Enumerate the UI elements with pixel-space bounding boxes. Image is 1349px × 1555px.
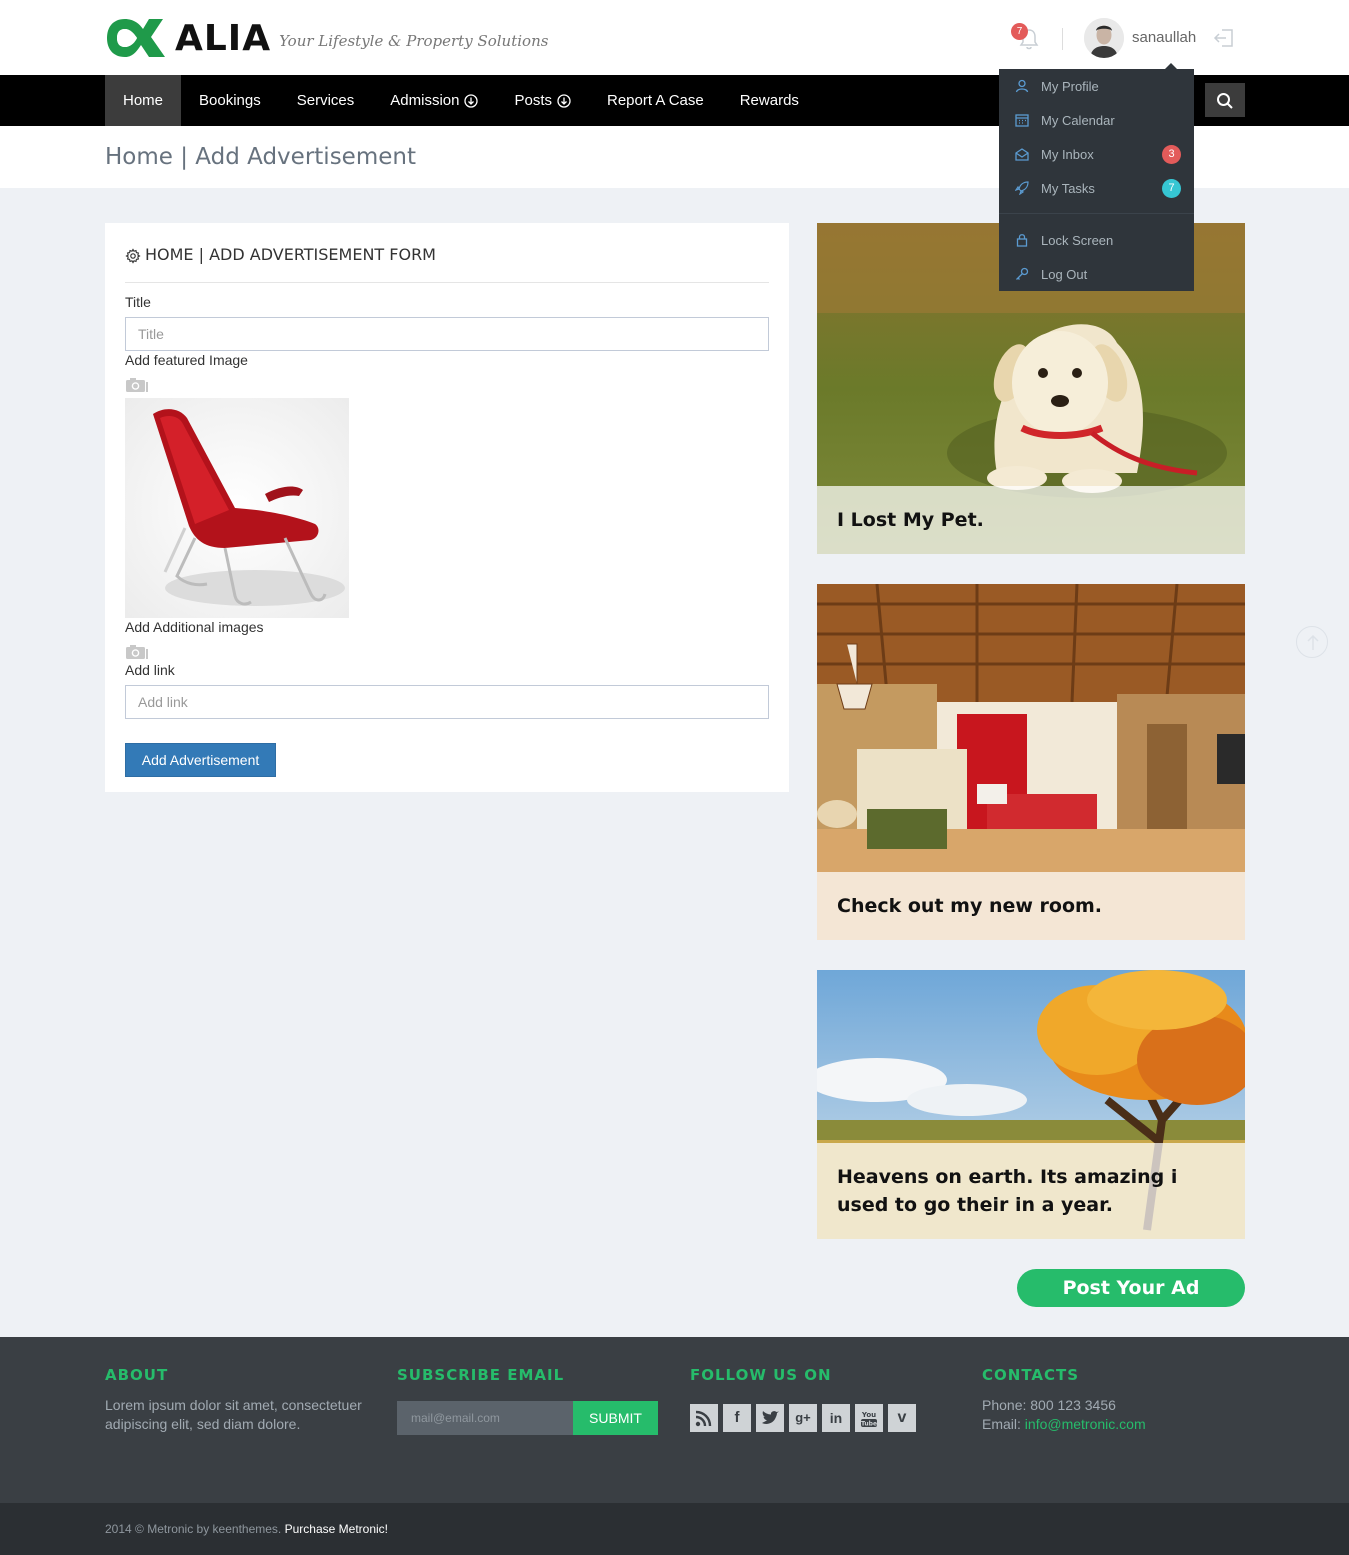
- featured-image-preview: [125, 398, 349, 618]
- search-button[interactable]: [1205, 83, 1245, 117]
- ad-card[interactable]: Check out my new room.: [817, 584, 1245, 940]
- menu-item-label: My Tasks: [1041, 180, 1095, 196]
- logout-icon[interactable]: [1212, 26, 1236, 50]
- link-label: Add link: [125, 662, 175, 678]
- svg-text:Tube: Tube: [861, 1421, 877, 1428]
- add-advertisement-button[interactable]: Add Advertisement: [125, 743, 276, 777]
- breadcrumb: Home | Add Advertisement: [105, 144, 416, 170]
- subscribe-email-input[interactable]: mail@email.com: [397, 1401, 573, 1435]
- search-icon: [1217, 93, 1233, 109]
- nav-item-admission[interactable]: Admission: [372, 75, 496, 126]
- nav-item-home[interactable]: Home: [105, 75, 182, 126]
- nav-label: Services: [296, 92, 355, 109]
- menu-item-label: My Calendar: [1041, 112, 1115, 128]
- copyright-text: 2014 © Metronic by keenthemes. Purchase …: [105, 1522, 388, 1536]
- menu-divider: [999, 213, 1194, 214]
- tagline: Your Lifestyle & Property Solutions: [279, 32, 549, 50]
- footer-about-text: Lorem ipsum dolor sit amet, consectetuer…: [105, 1397, 362, 1432]
- camera-icon[interactable]: [125, 644, 149, 660]
- twitter-icon[interactable]: [756, 1404, 784, 1432]
- footer-contacts-title: CONTACTS: [982, 1366, 1080, 1384]
- nav-item-posts[interactable]: Posts: [496, 75, 589, 126]
- copyright-label: 2014 © Metronic by keenthemes.: [105, 1522, 282, 1536]
- menu-item-label: Log Out: [1041, 266, 1088, 282]
- inbox-badge: 3: [1162, 145, 1181, 164]
- key-icon: [1016, 267, 1029, 280]
- featured-image-label: Add featured Image: [125, 352, 248, 368]
- purchase-link[interactable]: Purchase Metronic!: [285, 1522, 388, 1536]
- footer-follow-title: FOLLOW US ON: [690, 1366, 832, 1384]
- add-advertisement-form: HOME | ADD ADVERTISEMENT FORM Title Titl…: [105, 223, 789, 792]
- nav-label: Bookings: [199, 92, 261, 109]
- main-nav: Home Bookings Services Admission Posts R…: [105, 75, 817, 126]
- header-divider: [1062, 28, 1063, 50]
- logo[interactable]: ALIA Your Lifestyle & Property Solutions: [105, 15, 548, 61]
- ad-card[interactable]: Heavens on earth. Its amazing i used to …: [817, 970, 1245, 1239]
- circle-arrow-down-icon: [464, 93, 479, 108]
- calendar-icon: [1015, 114, 1029, 127]
- nav-label: Home: [123, 92, 164, 109]
- ad-caption: I Lost My Pet.: [817, 486, 1245, 554]
- footer-phone: Phone: 800 123 3456: [982, 1397, 1116, 1413]
- google-plus-icon[interactable]: g+: [789, 1404, 817, 1432]
- top-header: ALIA Your Lifestyle & Property Solutions…: [0, 0, 1349, 75]
- nav-label: Report A Case: [606, 92, 704, 109]
- brand-name: ALIA: [175, 17, 272, 59]
- nav-item-services[interactable]: Services: [279, 75, 373, 126]
- arrow-up-icon: [1307, 634, 1319, 650]
- notification-badge: 7: [1011, 23, 1028, 40]
- menu-item-lock-screen[interactable]: Lock Screen: [999, 223, 1194, 257]
- username[interactable]: sanaullah: [1132, 29, 1196, 46]
- linkedin-icon[interactable]: in: [822, 1404, 850, 1432]
- additional-images-label: Add Additional images: [125, 619, 264, 635]
- nav-item-report-a-case[interactable]: Report A Case: [589, 75, 722, 126]
- footer-about-title: ABOUT: [105, 1366, 169, 1384]
- avatar[interactable]: [1084, 18, 1124, 58]
- vimeo-icon[interactable]: v: [888, 1404, 916, 1432]
- gear-icon: [125, 248, 141, 264]
- tasks-badge: 7: [1162, 179, 1181, 198]
- camera-icon[interactable]: [125, 377, 149, 393]
- menu-item-my-profile[interactable]: My Profile: [999, 69, 1194, 103]
- scroll-to-top-button[interactable]: [1296, 626, 1328, 658]
- title-label: Title: [125, 294, 151, 310]
- user-icon: [1015, 79, 1029, 93]
- svg-text:You: You: [861, 1411, 876, 1419]
- menu-item-my-tasks[interactable]: My Tasks 7: [999, 171, 1194, 205]
- menu-item-label: My Profile: [1041, 78, 1099, 94]
- menu-item-label: My Inbox: [1041, 146, 1094, 162]
- user-dropdown-menu: My Profile My Calendar My Inbox 3 My Tas…: [999, 63, 1194, 291]
- rss-icon[interactable]: [690, 1404, 718, 1432]
- lock-icon: [1016, 234, 1028, 247]
- youtube-icon[interactable]: You Tube: [855, 1404, 883, 1432]
- menu-item-log-out[interactable]: Log Out: [999, 257, 1194, 291]
- post-your-ad-button[interactable]: Post Your Ad: [1017, 1269, 1245, 1307]
- form-title: HOME | ADD ADVERTISEMENT FORM: [145, 245, 436, 264]
- title-input[interactable]: Title: [125, 317, 769, 351]
- footer-subscribe-title: SUBSCRIBE EMAIL: [397, 1366, 565, 1384]
- menu-item-my-inbox[interactable]: My Inbox 3: [999, 137, 1194, 171]
- menu-item-label: Lock Screen: [1041, 232, 1114, 248]
- ad-caption: Check out my new room.: [817, 872, 1245, 940]
- footer-email-link[interactable]: info@metronic.com: [1025, 1416, 1146, 1432]
- footer-email-line: Email: info@metronic.com: [982, 1415, 1146, 1434]
- menu-item-my-calendar[interactable]: My Calendar: [999, 103, 1194, 137]
- form-header: HOME | ADD ADVERTISEMENT FORM: [125, 245, 769, 283]
- nav-label: Posts: [514, 92, 552, 109]
- nav-label: Admission: [390, 92, 460, 109]
- envelope-icon: [1015, 148, 1029, 161]
- nav-item-bookings[interactable]: Bookings: [181, 75, 279, 126]
- subscribe-submit-button[interactable]: SUBMIT: [573, 1401, 658, 1435]
- ad-caption: Heavens on earth. Its amazing i used to …: [817, 1143, 1245, 1239]
- rocket-icon: [1015, 181, 1029, 195]
- alia-logo-icon: [107, 19, 165, 57]
- nav-label: Rewards: [739, 92, 799, 109]
- circle-arrow-down-icon: [557, 93, 571, 108]
- footer-email-label: Email:: [982, 1416, 1025, 1432]
- facebook-icon[interactable]: f: [723, 1404, 751, 1432]
- nav-item-rewards[interactable]: Rewards: [722, 75, 817, 126]
- link-input[interactable]: Add link: [125, 685, 769, 719]
